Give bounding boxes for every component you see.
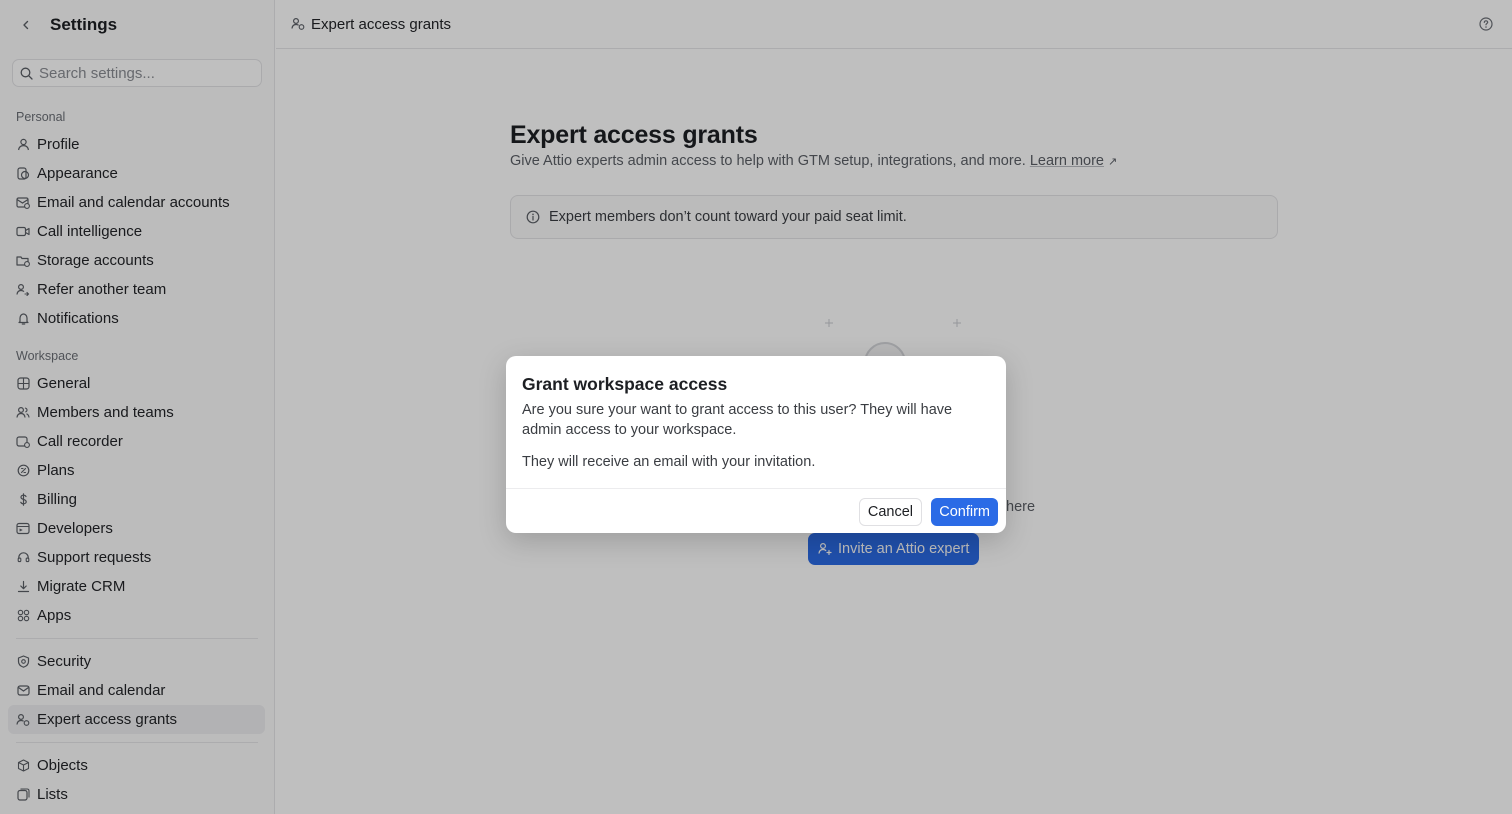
cancel-button[interactable]: Cancel xyxy=(858,498,922,526)
grant-access-dialog: Grant workspace access Are you sure your… xyxy=(506,356,1006,533)
dialog-note: They will receive an email with your inv… xyxy=(522,454,816,470)
dialog-footer: Cancel Confirm xyxy=(506,488,1006,533)
dialog-message: Are you sure your want to grant access t… xyxy=(522,402,953,438)
confirm-button[interactable]: Confirm xyxy=(931,498,998,526)
dialog-title: Grant workspace access xyxy=(522,374,728,394)
dialog-body: Are you sure your want to grant access t… xyxy=(522,400,982,472)
